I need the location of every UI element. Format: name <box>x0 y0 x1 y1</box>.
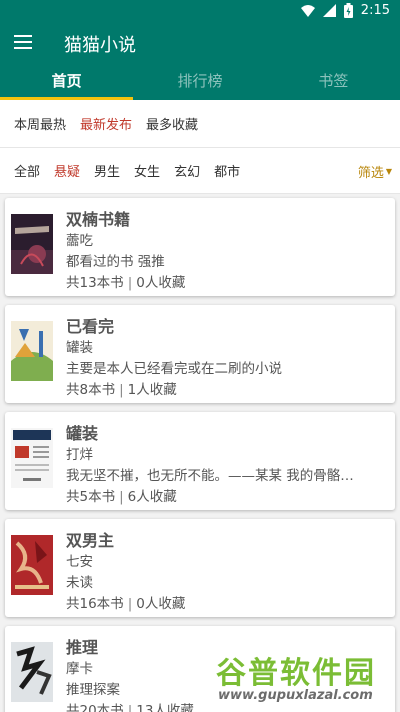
main-tabs: 首页 排行榜 书签 <box>0 62 400 100</box>
app-title: 猫猫小说 <box>64 35 136 56</box>
list-stats: 共13本书 | 0人收藏 <box>66 271 185 291</box>
book-list: 双楠书籍 蘦吃 都看过的书 强推 共13本书 | 0人收藏 已看完 罐装 主要是本人… <box>0 194 400 712</box>
filter-label: 筛选 <box>357 166 384 181</box>
watermark-url: www.gupuxlazal.com <box>218 688 373 703</box>
favorite-count: 6人收藏 <box>127 489 177 505</box>
favorite-count: 13人收藏 <box>136 703 194 712</box>
book-count: 共8本书 <box>66 382 116 398</box>
watermark-brand: 谷普软件园 <box>216 656 376 691</box>
caret-down-icon: ▼ <box>385 167 392 176</box>
tab-ranking[interactable]: 排行榜 <box>133 62 266 100</box>
book-cover-image <box>11 321 53 381</box>
list-stats: 共16本书 | 0人收藏 <box>66 592 185 612</box>
tab-home[interactable]: 首页 <box>0 62 134 100</box>
book-count: 共16本书 <box>66 596 124 612</box>
list-title: 双男主 <box>66 531 115 550</box>
list-item[interactable]: 罐装 打烊 我无坚不摧，也无所不能。——某某 我的骨骼… 共5本书 | 6人收藏 <box>5 412 395 510</box>
list-title: 已看完 <box>66 317 115 336</box>
favorite-count: 1人收藏 <box>127 382 177 398</box>
category-female[interactable]: 女生 <box>134 161 160 180</box>
sort-weekly-hot[interactable]: 本周最热 <box>14 114 66 133</box>
category-all[interactable]: 全部 <box>14 161 40 180</box>
wifi-icon <box>300 4 315 17</box>
battery-icon <box>343 3 353 18</box>
list-stats: 共8本书 | 1人收藏 <box>66 378 177 398</box>
stats-divider: | <box>119 382 124 398</box>
list-author: 打烊 <box>66 447 93 463</box>
watermark: 谷普软件园 www.gupuxlazal.com <box>216 648 396 708</box>
status-bar: 2:15 <box>0 0 400 24</box>
list-author: 蘦吃 <box>66 233 93 249</box>
list-description: 未读 <box>66 575 93 591</box>
list-description: 都看过的书 强推 <box>66 254 165 270</box>
book-cover-image <box>11 642 53 702</box>
book-count: 共13本书 <box>66 275 124 291</box>
list-item[interactable]: 双男主 七安 未读 共16本书 | 0人收藏 <box>5 519 395 617</box>
category-male[interactable]: 男生 <box>94 161 120 180</box>
menu-icon[interactable] <box>14 30 38 54</box>
category-fantasy[interactable]: 玄幻 <box>174 161 200 180</box>
favorite-count: 0人收藏 <box>136 596 186 612</box>
book-cover-image <box>11 535 53 595</box>
book-cover-image <box>11 428 53 488</box>
list-author: 摩卡 <box>66 661 93 677</box>
stats-divider: | <box>127 703 133 712</box>
stats-divider: | <box>119 489 124 505</box>
category-filter: 全部 悬疑 男生 女生 玄幻 都市 筛选 ▼ <box>0 148 400 194</box>
list-stats: 共20本书 | 13人收藏 <box>66 699 194 712</box>
list-description: 主要是本人已经看完或在二刷的小说 <box>66 361 282 377</box>
list-title: 双楠书籍 <box>66 210 131 229</box>
list-stats: 共5本书 | 6人收藏 <box>66 485 177 505</box>
tab-bookmarks[interactable]: 书签 <box>267 62 400 100</box>
list-title: 推理 <box>66 638 99 657</box>
category-urban[interactable]: 都市 <box>214 161 240 180</box>
category-suspense[interactable]: 悬疑 <box>54 161 80 180</box>
book-count: 共20本书 <box>66 703 124 712</box>
book-count: 共5本书 <box>66 489 116 505</box>
filter-button[interactable]: 筛选 ▼ <box>358 162 392 181</box>
book-cover-image <box>11 214 53 274</box>
app-bar: 猫猫小说 <box>0 24 400 62</box>
status-icons: 2:15 <box>300 3 390 18</box>
stats-divider: | <box>127 275 133 291</box>
favorite-count: 0人收藏 <box>136 275 186 291</box>
list-item[interactable]: 已看完 罐装 主要是本人已经看完或在二刷的小说 共8本书 | 1人收藏 <box>5 305 395 403</box>
sort-most-favorited[interactable]: 最多收藏 <box>146 114 198 133</box>
signal-icon <box>322 4 336 17</box>
list-title: 罐装 <box>66 424 99 443</box>
list-item[interactable]: 双楠书籍 蘦吃 都看过的书 强推 共13本书 | 0人收藏 <box>5 198 395 296</box>
status-time: 2:15 <box>360 3 390 18</box>
list-description: 我无坚不摧，也无所不能。——某某 我的骨骼… <box>66 468 354 484</box>
stats-divider: | <box>127 596 133 612</box>
list-author: 罐装 <box>66 340 93 356</box>
list-author: 七安 <box>66 554 93 570</box>
sort-latest[interactable]: 最新发布 <box>80 114 132 133</box>
sort-options: 本周最热 最新发布 最多收藏 <box>0 100 400 148</box>
